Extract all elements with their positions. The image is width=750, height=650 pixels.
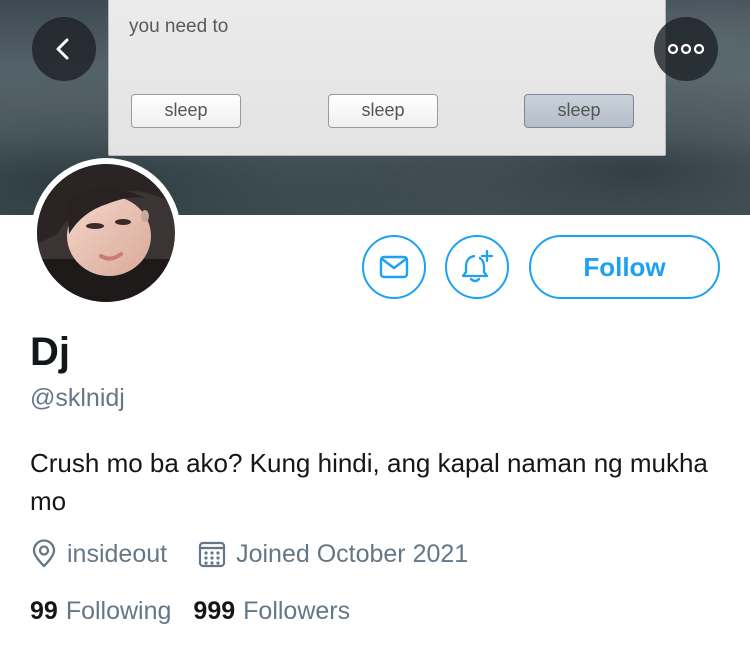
calendar-icon xyxy=(198,541,226,568)
followers-link[interactable]: 999 Followers xyxy=(193,597,350,626)
more-button[interactable] xyxy=(654,17,718,81)
profile-bio: Crush mo ba ako? Kung hindi, ang kapal n… xyxy=(30,448,708,516)
banner-dialog-button-2: sleep xyxy=(328,94,438,128)
joined-item: Joined October 2021 xyxy=(197,539,468,569)
avatar[interactable] xyxy=(31,158,181,308)
joined-date-text: Joined October 2021 xyxy=(236,539,469,568)
username-handle: @sklnidj xyxy=(30,384,125,412)
avatar-photo xyxy=(37,164,175,302)
more-horizontal-icon xyxy=(667,43,705,55)
message-button[interactable] xyxy=(362,235,426,299)
location-pin-icon xyxy=(32,539,56,568)
notification-button[interactable] xyxy=(445,235,509,299)
banner-dialog-button-3: sleep xyxy=(524,94,634,128)
following-link[interactable]: 99 Following xyxy=(30,597,171,626)
banner-dialog-image: you need to sleep sleep sleep xyxy=(108,0,666,156)
following-label: Following xyxy=(65,597,172,625)
location-item: insideout xyxy=(30,539,167,569)
followers-label: Followers xyxy=(243,597,351,625)
profile-meta: insideout Joined October 2021 xyxy=(30,536,468,572)
envelope-icon xyxy=(379,255,409,279)
chevron-left-icon xyxy=(56,38,69,60)
back-button[interactable] xyxy=(32,17,96,81)
bell-plus-icon xyxy=(461,249,494,283)
follow-counts: 99 Following 999 Followers xyxy=(30,597,350,626)
follow-button[interactable]: Follow xyxy=(529,235,720,299)
display-name: Dj xyxy=(30,330,70,374)
followers-count: 999 xyxy=(193,597,236,625)
banner-dialog-button-1: sleep xyxy=(131,94,241,128)
banner-dialog-text: you need to xyxy=(129,16,229,37)
location-text: insideout xyxy=(67,539,168,568)
following-count: 99 xyxy=(30,597,58,625)
